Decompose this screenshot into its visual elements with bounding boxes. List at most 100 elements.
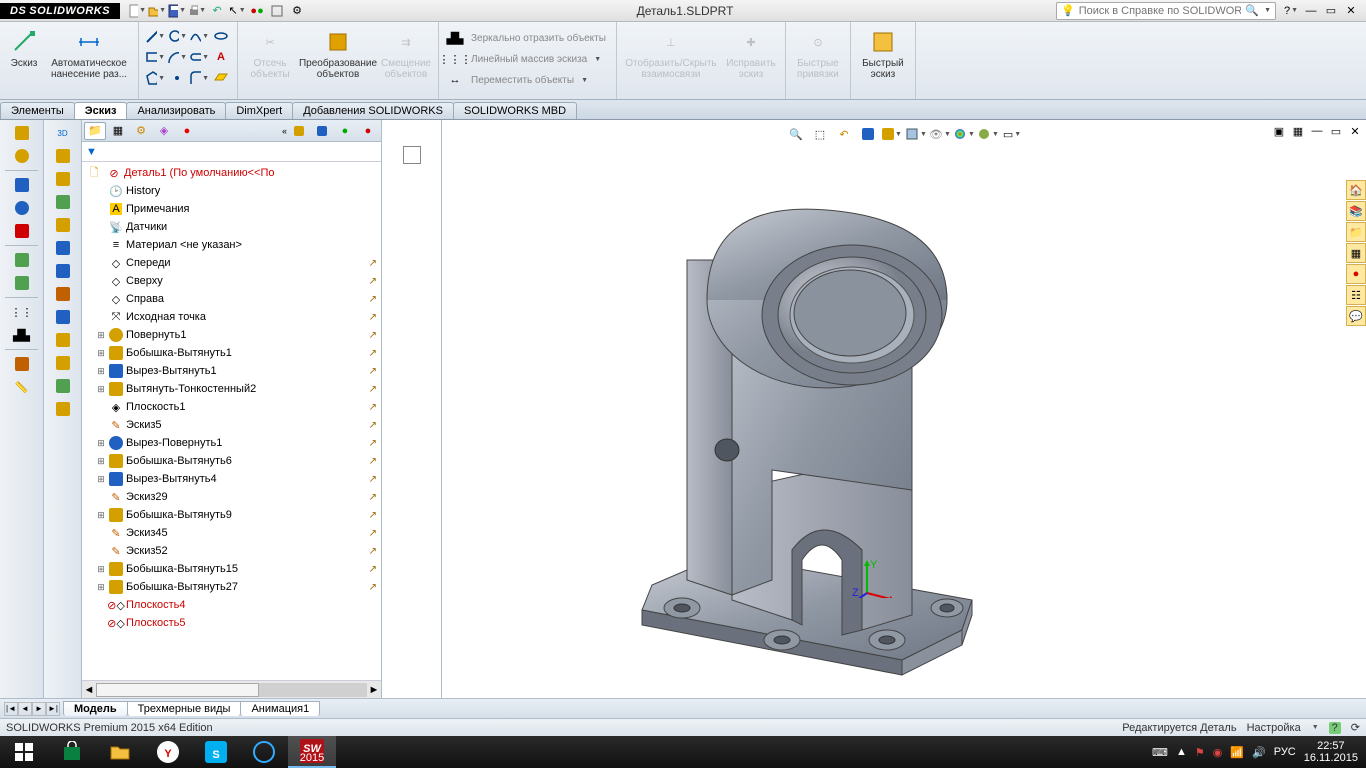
dropdown-icon[interactable]: ▼ [159, 7, 166, 14]
print-button[interactable]: ▼ [188, 2, 206, 20]
tree-item-7[interactable]: ⤧Исходная точка↗ [82, 308, 381, 326]
scroll-right-icon[interactable]: ► [367, 684, 381, 696]
tab-mbd[interactable]: SOLIDWORKS MBD [453, 102, 577, 119]
taskbar-solidworks[interactable]: SW2015 [288, 736, 336, 768]
taskpane-resources[interactable]: 🏠 [1346, 180, 1366, 200]
polygon-tool[interactable]: ▼ [145, 68, 165, 88]
chamfer-button[interactable] [7, 272, 37, 294]
settings-button[interactable]: ⚙ [288, 2, 306, 20]
tray-up-icon[interactable]: ▲ [1176, 746, 1187, 758]
expand-icon[interactable]: ⊞ [96, 438, 106, 449]
reference-geom-button[interactable] [7, 353, 37, 375]
fm-flyout-1[interactable] [288, 122, 310, 140]
smart-dimension-button[interactable]: Автоматическое нанесение раз... [44, 24, 134, 80]
taskbar-yandex[interactable]: Y [144, 736, 192, 768]
expand-icon[interactable]: ⊞ [96, 330, 106, 341]
fm-collapse-icon[interactable]: « [282, 126, 287, 136]
tree-item-24[interactable]: ⊘◇Плоскость5 [82, 614, 381, 632]
help-search[interactable]: 💡 🔍 ▼ [1056, 2, 1276, 20]
fillet-button[interactable] [7, 249, 37, 271]
expand-icon[interactable]: ⊞ [96, 456, 106, 467]
tb-btn-12[interactable] [48, 398, 78, 420]
fm-tab-display[interactable]: ● [176, 122, 198, 140]
tree-item-14[interactable]: ⊞Вырез-Повернуть1↗ [82, 434, 381, 452]
expand-icon[interactable]: ⊞ [96, 366, 106, 377]
tab-features[interactable]: Элементы [0, 102, 75, 119]
tb-btn-6[interactable] [48, 260, 78, 282]
text-tool[interactable]: A [211, 47, 231, 67]
help-button[interactable]: ?▼ [1282, 2, 1300, 20]
tree-item-9[interactable]: ⊞Бобышка-Вытянуть1↗ [82, 344, 381, 362]
tree-item-2[interactable]: 📡Датчики [82, 218, 381, 236]
trim-button[interactable]: ✂ Отсечь объекты [242, 24, 298, 80]
tree-item-4[interactable]: ◇Спереди↗ [82, 254, 381, 272]
sketch-button[interactable]: Эскиз [4, 24, 44, 80]
line-tool[interactable]: ▼ [145, 26, 165, 46]
open-button[interactable]: ▼ [148, 2, 166, 20]
select-button[interactable]: ↖▼ [228, 2, 246, 20]
expand-icon[interactable]: ⊞ [96, 582, 106, 593]
tb-btn-7[interactable] [48, 283, 78, 305]
status-rebuild-icon[interactable]: ⟳ [1351, 721, 1360, 734]
tray-network-icon[interactable]: 📶 [1230, 746, 1244, 759]
tree-item-18[interactable]: ⊞Бобышка-Вытянуть9↗ [82, 506, 381, 524]
dropdown-icon[interactable]: ▼ [239, 7, 246, 14]
3d-views-button[interactable]: 3D [48, 122, 78, 144]
point-tool[interactable] [167, 68, 187, 88]
convert-button[interactable]: Преобразование объектов [298, 24, 378, 80]
tree-item-15[interactable]: ⊞Бобышка-Вытянуть6↗ [82, 452, 381, 470]
dropdown-icon[interactable]: ▼ [179, 7, 186, 14]
status-help-icon[interactable]: ? [1329, 722, 1341, 734]
taskpane-forum[interactable]: 💬 [1346, 306, 1366, 326]
tree-root[interactable]: 🗋 ⊘ Деталь1 (По умолчанию<<По [82, 164, 381, 182]
tree-item-0[interactable]: 🕑History [82, 182, 381, 200]
move-button[interactable]: Переместить объекты [467, 73, 578, 88]
save-button[interactable]: ▼ [168, 2, 186, 20]
taskbar-app[interactable] [240, 736, 288, 768]
tree-item-22[interactable]: ⊞Бобышка-Вытянуть27↗ [82, 578, 381, 596]
tree-item-5[interactable]: ◇Сверху↗ [82, 272, 381, 290]
quick-snaps-button[interactable]: ⊙ Быстрые привязки [790, 24, 846, 80]
tab-nav-first[interactable]: |◄ [4, 702, 18, 716]
expand-icon[interactable]: ⊞ [96, 474, 106, 485]
fm-tab-tree[interactable]: 📁 [84, 122, 106, 140]
spline-tool[interactable]: ▼ [189, 26, 209, 46]
expand-icon[interactable]: ⊞ [96, 384, 106, 395]
taskpane-custom-props[interactable]: ☷ [1346, 285, 1366, 305]
circle-tool[interactable]: ▼ [167, 26, 187, 46]
tb-btn-2[interactable] [48, 168, 78, 190]
fm-flyout-4[interactable]: ● [357, 122, 379, 140]
revolve-cut-button[interactable] [7, 197, 37, 219]
tab-nav-prev[interactable]: ◄ [18, 702, 32, 716]
mirror-feature-button[interactable]: ▟▙ [7, 324, 37, 346]
tb-btn-11[interactable] [48, 375, 78, 397]
hole-wizard-button[interactable] [7, 220, 37, 242]
tree-item-17[interactable]: ✎Эскиз29↗ [82, 488, 381, 506]
tree-item-11[interactable]: ⊞Вытянуть-Тонкостенный2↗ [82, 380, 381, 398]
expand-icon[interactable]: ⊞ [96, 564, 106, 575]
slot-tool[interactable]: ▼ [189, 47, 209, 67]
rebuild-button[interactable]: ●● [248, 2, 266, 20]
help-search-input[interactable] [1079, 5, 1242, 17]
taskpane-design-library[interactable]: 📚 [1346, 201, 1366, 221]
tree-item-13[interactable]: ✎Эскиз5↗ [82, 416, 381, 434]
tb-btn-1[interactable] [48, 145, 78, 167]
tb-btn-5[interactable] [48, 237, 78, 259]
expand-icon[interactable]: ⊞ [96, 510, 106, 521]
viewport[interactable]: 🔍 ⬚ ↶ ▼ ▼ 👁▼ ▼ ▼ ▭▼ ▣ ▦ — ▭ ✕ [442, 120, 1366, 698]
linear-pattern-button[interactable]: Линейный массив эскиза [467, 52, 591, 67]
revolve-boss-button[interactable] [7, 145, 37, 167]
taskpane-view-palette[interactable]: ▦ [1346, 243, 1366, 263]
tb-btn-10[interactable] [48, 352, 78, 374]
expand-icon[interactable]: ⊞ [96, 348, 106, 359]
tab-nav-next[interactable]: ► [32, 702, 46, 716]
dropdown-icon[interactable]: ▼ [1264, 7, 1271, 14]
repair-button[interactable]: ✚ Исправить эскиз [721, 24, 781, 80]
ellipse-tool[interactable] [211, 26, 231, 46]
tray-clock[interactable]: 22:57 16.11.2015 [1304, 740, 1358, 764]
tab-addins[interactable]: Добавления SOLIDWORKS [292, 102, 454, 119]
fm-flyout-3[interactable]: ● [334, 122, 356, 140]
options-button[interactable] [268, 2, 286, 20]
tb-btn-9[interactable] [48, 329, 78, 351]
tree-item-20[interactable]: ✎Эскиз52↗ [82, 542, 381, 560]
